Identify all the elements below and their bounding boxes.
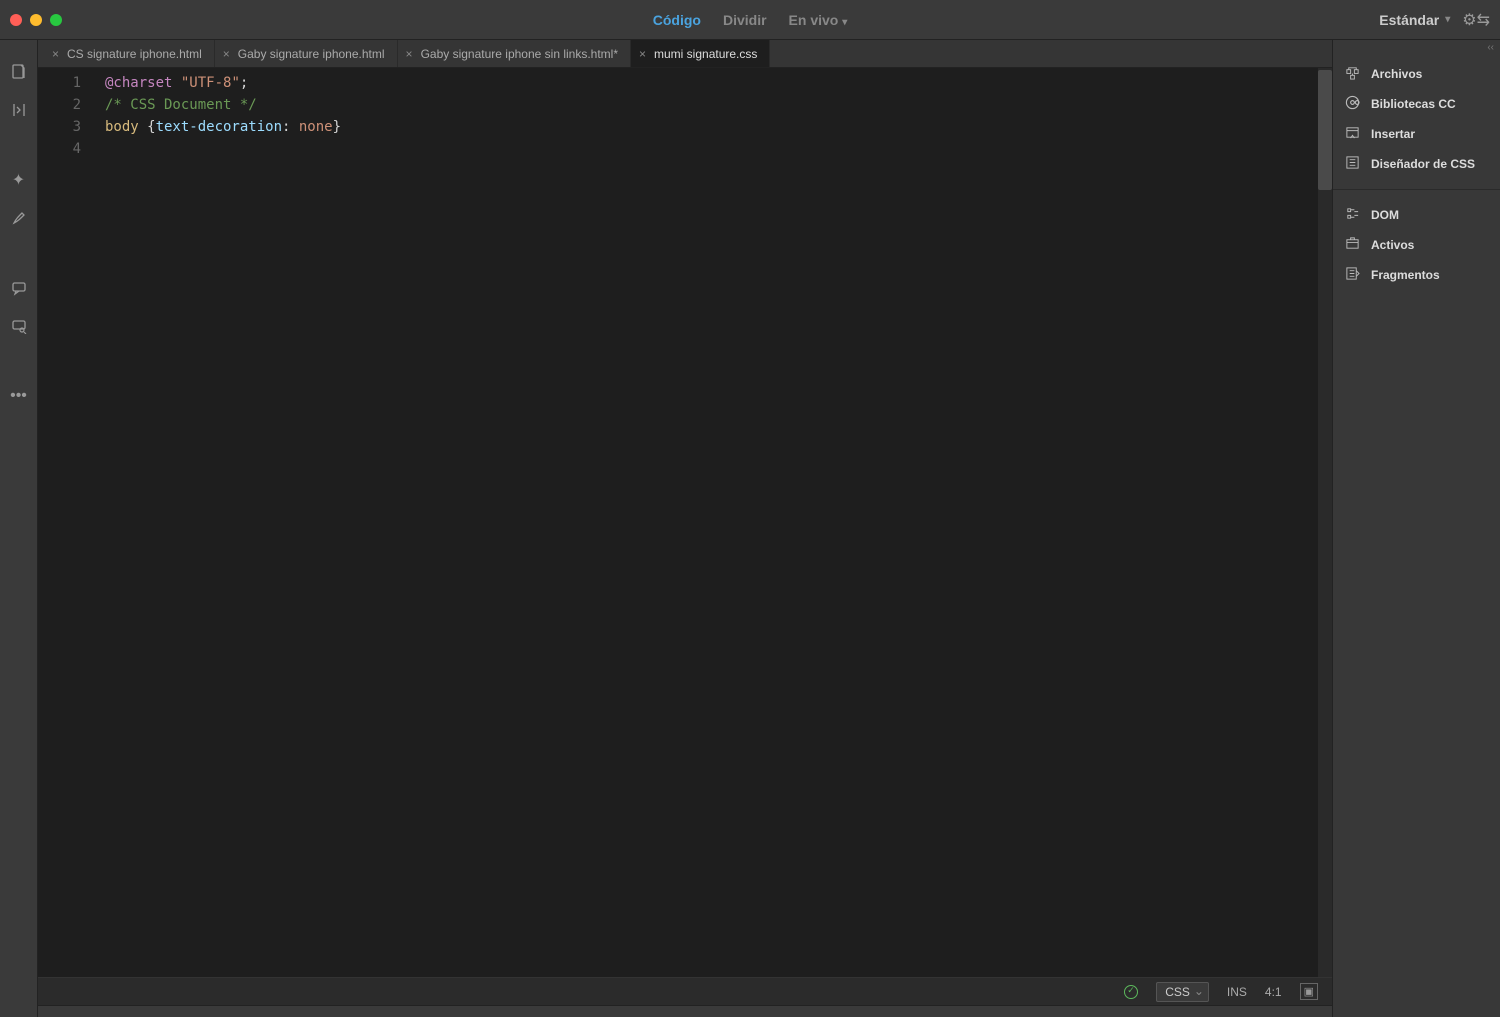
left-toolbar: ✦ ••• xyxy=(0,40,38,1017)
footer-strip xyxy=(38,1005,1332,1017)
insert-mode-indicator[interactable]: INS xyxy=(1227,985,1247,999)
panel-item-cc-libraries[interactable]: Bibliotecas CC xyxy=(1333,89,1500,119)
file-tab-label: CS signature iphone.html xyxy=(67,47,202,61)
line-number: 1 xyxy=(38,72,81,94)
view-code[interactable]: Código xyxy=(653,12,701,28)
view-switcher: Código Dividir En vivo ▾ xyxy=(653,12,848,28)
panel-item-css-designer[interactable]: Diseñador de CSS xyxy=(1333,149,1500,179)
code-token: body xyxy=(105,119,139,135)
css-designer-icon xyxy=(1343,155,1361,173)
comment-icon[interactable] xyxy=(7,278,31,298)
code-token: : xyxy=(282,119,299,135)
collapse-panel-icon[interactable]: ‹‹ xyxy=(1333,40,1500,55)
file-tabs: × CS signature iphone.html × Gaby signat… xyxy=(38,40,1332,68)
view-split[interactable]: Dividir xyxy=(723,12,767,28)
panel-group: DOM Activos Fragmentos xyxy=(1333,189,1500,294)
editor-column: × CS signature iphone.html × Gaby signat… xyxy=(38,40,1332,1017)
language-select[interactable]: CSS xyxy=(1156,982,1209,1002)
panel-item-snippets[interactable]: Fragmentos xyxy=(1333,260,1500,290)
panel-item-dom[interactable]: DOM xyxy=(1333,200,1500,230)
code-token: @charset xyxy=(105,75,172,91)
insert-icon xyxy=(1343,125,1361,143)
chevron-down-icon: ▾ xyxy=(842,17,847,28)
code-editor[interactable]: 1 2 3 4 @charset "UTF-8"; /* CSS Documen… xyxy=(38,68,1332,977)
panel-item-label: Insertar xyxy=(1371,127,1415,141)
close-window-button[interactable] xyxy=(10,14,22,26)
sync-settings-icon[interactable]: ⚙⇆ xyxy=(1462,10,1490,30)
code-token: } xyxy=(333,119,341,135)
assets-icon xyxy=(1343,236,1361,254)
panel-item-label: Archivos xyxy=(1371,67,1422,81)
brush-icon[interactable] xyxy=(7,208,31,228)
titlebar: Código Dividir En vivo ▾ Estándar ▾ ⚙⇆ xyxy=(0,0,1500,40)
close-icon[interactable]: × xyxy=(223,47,230,61)
line-number: 2 xyxy=(38,94,81,116)
files-icon xyxy=(1343,65,1361,83)
chevron-down-icon: ▾ xyxy=(1445,14,1450,25)
view-live-label: En vivo xyxy=(789,12,839,28)
file-tab[interactable]: × CS signature iphone.html xyxy=(44,40,215,67)
close-icon[interactable]: × xyxy=(52,47,59,61)
code-token: none xyxy=(299,119,333,135)
line-number: 3 xyxy=(38,116,81,138)
code-token: "UTF-8" xyxy=(181,75,240,91)
panel-item-assets[interactable]: Activos xyxy=(1333,230,1500,260)
minimize-window-button[interactable] xyxy=(30,14,42,26)
more-icon[interactable]: ••• xyxy=(7,386,31,406)
preview-devices-icon[interactable]: ▣ xyxy=(1300,983,1318,1000)
panel-item-insert[interactable]: Insertar xyxy=(1333,119,1500,149)
cc-icon xyxy=(1343,95,1361,113)
code-token: /* CSS Document */ xyxy=(105,97,257,113)
lint-ok-icon[interactable] xyxy=(1124,985,1138,999)
right-panel: ‹‹ Archivos Bibliotecas CC Insertar xyxy=(1332,40,1500,1017)
panel-item-label: Activos xyxy=(1371,238,1414,252)
code-token: ; xyxy=(240,75,248,91)
maximize-window-button[interactable] xyxy=(50,14,62,26)
code-collapse-icon[interactable] xyxy=(7,100,31,120)
file-tab-label: Gaby signature iphone sin links.html* xyxy=(421,47,618,61)
dom-icon xyxy=(1343,206,1361,224)
code-token: text-decoration xyxy=(156,119,282,135)
file-tab-label: mumi signature.css xyxy=(654,47,757,61)
workspace-label: Estándar xyxy=(1379,12,1439,28)
close-icon[interactable]: × xyxy=(639,47,646,61)
file-tab[interactable]: × Gaby signature iphone sin links.html* xyxy=(398,40,631,67)
panel-item-files[interactable]: Archivos xyxy=(1333,59,1500,89)
panel-item-label: DOM xyxy=(1371,208,1399,222)
file-tab-label: Gaby signature iphone.html xyxy=(238,47,385,61)
vertical-scrollbar[interactable] xyxy=(1318,68,1332,977)
language-label: CSS xyxy=(1165,985,1190,999)
panel-item-label: Fragmentos xyxy=(1371,268,1440,282)
close-icon[interactable]: × xyxy=(406,47,413,61)
window-controls xyxy=(10,14,62,26)
file-manager-icon[interactable] xyxy=(7,62,31,82)
code-content[interactable]: @charset "UTF-8"; /* CSS Document */ bod… xyxy=(93,68,1318,977)
panel-item-label: Bibliotecas CC xyxy=(1371,97,1456,111)
status-bar: CSS INS 4:1 ▣ xyxy=(38,977,1332,1005)
cursor-position: 4:1 xyxy=(1265,985,1282,999)
scrollbar-thumb[interactable] xyxy=(1318,70,1332,190)
code-token: { xyxy=(139,119,156,135)
panel-group: Archivos Bibliotecas CC Insertar Diseñad… xyxy=(1333,55,1500,183)
file-tab[interactable]: × Gaby signature iphone.html xyxy=(215,40,398,67)
snippets-icon xyxy=(1343,266,1361,284)
workspace-selector[interactable]: Estándar ▾ xyxy=(1379,12,1450,28)
comment-search-icon[interactable] xyxy=(7,316,31,336)
wand-icon[interactable]: ✦ xyxy=(7,170,31,190)
file-tab[interactable]: × mumi signature.css xyxy=(631,40,770,67)
line-number-gutter: 1 2 3 4 xyxy=(38,68,93,977)
panel-item-label: Diseñador de CSS xyxy=(1371,157,1475,171)
line-number: 4 xyxy=(38,138,81,160)
view-live[interactable]: En vivo ▾ xyxy=(789,12,848,28)
